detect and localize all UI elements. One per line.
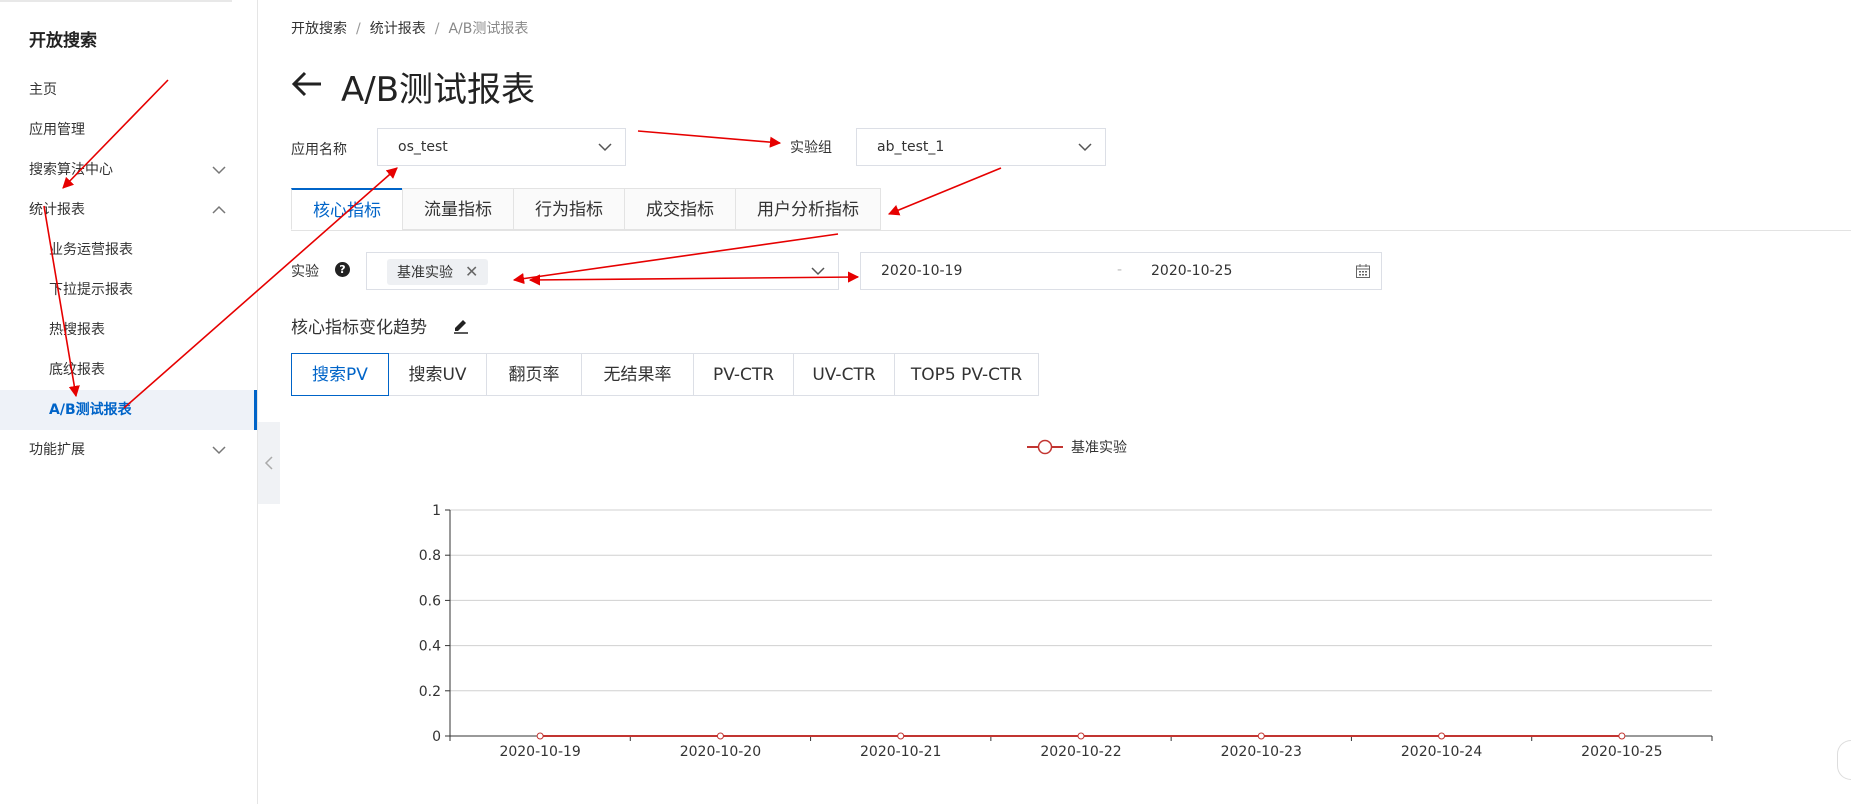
y-tick-label: 0.4	[419, 639, 441, 655]
sidebar-item-ab-test-report[interactable]: A/B测试报表	[0, 390, 257, 430]
breadcrumb-separator: /	[434, 21, 440, 37]
sidebar-item-label: 下拉提示报表	[49, 282, 133, 298]
data-point	[536, 732, 544, 740]
date-start: 2020-10-19	[881, 263, 963, 279]
x-tick-label: 2020-10-21	[860, 744, 941, 760]
sidebar-item-label: 应用管理	[29, 122, 85, 138]
x-tick-label: 2020-10-20	[680, 744, 761, 760]
sidebar-item-shading-report[interactable]: 底纹报表	[0, 350, 257, 390]
data-point	[1438, 732, 1446, 740]
chevron-down-icon	[212, 446, 226, 455]
sidebar-item-business-report[interactable]: 业务运营报表	[0, 230, 257, 270]
sidebar-item-label: 统计报表	[29, 202, 85, 218]
app-name-value: os_test	[398, 139, 448, 155]
breadcrumb: 开放搜索 / 统计报表 / A/B测试报表	[291, 18, 528, 38]
sidebar-collapse-toggle[interactable]	[258, 422, 280, 504]
sidebar-item-label: 功能扩展	[29, 442, 85, 458]
edit-icon[interactable]	[452, 316, 470, 334]
metric-tab-no-result-rate[interactable]: 无结果率	[581, 353, 694, 396]
data-point	[1618, 732, 1626, 740]
sidebar-item-home[interactable]: 主页	[0, 70, 257, 110]
y-tick-label: 0.6	[419, 593, 441, 609]
legend-marker	[1037, 439, 1053, 455]
data-point	[897, 732, 905, 740]
tab-core-metrics[interactable]: 核心指标	[291, 188, 403, 230]
x-tick-label: 2020-10-24	[1401, 744, 1482, 760]
tab-transaction-metrics[interactable]: 成交指标	[624, 188, 736, 230]
sidebar-item-label: 底纹报表	[49, 362, 105, 378]
app-name-select[interactable]: os_test	[377, 128, 626, 166]
sidebar-item-hot-search-report[interactable]: 热搜报表	[0, 310, 257, 350]
metric-tab-uv-ctr[interactable]: UV-CTR	[793, 353, 895, 396]
sidebar-item-search-algorithm[interactable]: 搜索算法中心	[0, 150, 257, 190]
annotation-arrow	[637, 130, 782, 148]
y-tick-label: 1	[432, 503, 441, 519]
app-name-label: 应用名称	[291, 142, 347, 158]
metric-tab-top5-pv-ctr[interactable]: TOP5 PV-CTR	[894, 353, 1039, 396]
y-tick-label: 0	[432, 729, 441, 745]
x-tick-label: 2020-10-19	[499, 744, 580, 760]
trend-chart: 基准实验 0 0.2 0.4 0.6 0.8 1 2020-10-19 2020-10-20 20…	[419, 439, 1713, 760]
chevron-left-icon	[264, 456, 273, 470]
sidebar-item-label: 业务运营报表	[49, 242, 133, 258]
sidebar-item-label: 搜索算法中心	[29, 162, 113, 178]
group-value: ab_test_1	[877, 139, 945, 155]
y-tick-label: 0.8	[419, 548, 441, 564]
group-select[interactable]: ab_test_1	[856, 128, 1106, 166]
help-icon[interactable]: ?	[335, 262, 350, 277]
tabs-divider	[291, 230, 1851, 231]
sidebar-item-statistics[interactable]: 统计报表	[0, 190, 257, 230]
legend-label: 基准实验	[1071, 439, 1127, 456]
sidebar-item-label: A/B测试报表	[49, 402, 132, 418]
annotation-arrow	[887, 167, 1002, 216]
close-icon[interactable]: ✕	[465, 262, 478, 281]
sidebar-item-label: 主页	[29, 82, 57, 98]
x-tick-label: 2020-10-22	[1040, 744, 1121, 760]
chevron-up-icon	[212, 205, 226, 214]
experiment-tag-label: 基准实验	[397, 265, 453, 281]
metric-tab-search-uv[interactable]: 搜索UV	[388, 353, 487, 396]
experiment-label: 实验	[291, 264, 319, 280]
breadcrumb-item[interactable]: 统计报表	[370, 21, 426, 37]
edge-decoration	[1837, 740, 1851, 780]
date-range-picker[interactable]: 2020-10-19 - 2020-10-25	[860, 252, 1382, 290]
chevron-down-icon	[598, 143, 612, 152]
sidebar-item-suggest-report[interactable]: 下拉提示报表	[0, 270, 257, 310]
chevron-down-icon	[1078, 143, 1092, 152]
x-tick-label: 2020-10-25	[1581, 744, 1662, 760]
y-tick-label: 0.2	[419, 684, 441, 700]
metric-tab-page-turn-rate[interactable]: 翻页率	[486, 353, 582, 396]
x-tick-label: 2020-10-23	[1221, 744, 1302, 760]
data-point	[1077, 732, 1085, 740]
page-title: A/B测试报表	[341, 70, 536, 110]
tab-traffic-metrics[interactable]: 流量指标	[402, 188, 514, 230]
data-point	[1257, 732, 1265, 740]
date-separator: -	[1117, 262, 1123, 278]
sidebar-item-label: 热搜报表	[49, 322, 105, 338]
tab-user-analysis-metrics[interactable]: 用户分析指标	[735, 188, 881, 230]
sidebar-title: 开放搜索	[29, 31, 97, 51]
section-title: 核心指标变化趋势	[291, 318, 427, 338]
data-point	[716, 732, 724, 740]
calendar-icon	[1356, 264, 1370, 278]
breadcrumb-item[interactable]: 开放搜索	[291, 21, 347, 37]
sidebar-item-extensions[interactable]: 功能扩展	[0, 430, 257, 470]
date-end: 2020-10-25	[1151, 263, 1233, 279]
tab-behavior-metrics[interactable]: 行为指标	[513, 188, 625, 230]
chevron-down-icon	[811, 267, 825, 276]
breadcrumb-current: A/B测试报表	[448, 21, 529, 37]
experiment-tag: 基准实验 ✕	[387, 259, 489, 285]
metric-tab-pv-ctr[interactable]: PV-CTR	[693, 353, 794, 396]
sidebar-top-border	[0, 0, 232, 2]
chevron-down-icon	[212, 166, 226, 175]
back-arrow-icon[interactable]	[291, 70, 323, 98]
sidebar-item-app-management[interactable]: 应用管理	[0, 110, 257, 150]
metric-tab-search-pv[interactable]: 搜索PV	[291, 353, 389, 396]
breadcrumb-separator: /	[356, 21, 361, 37]
group-label: 实验组	[790, 140, 832, 156]
sidebar: 开放搜索 主页 应用管理 搜索算法中心 统计报表 业务运营报表 下拉提示报表 热…	[0, 0, 258, 804]
